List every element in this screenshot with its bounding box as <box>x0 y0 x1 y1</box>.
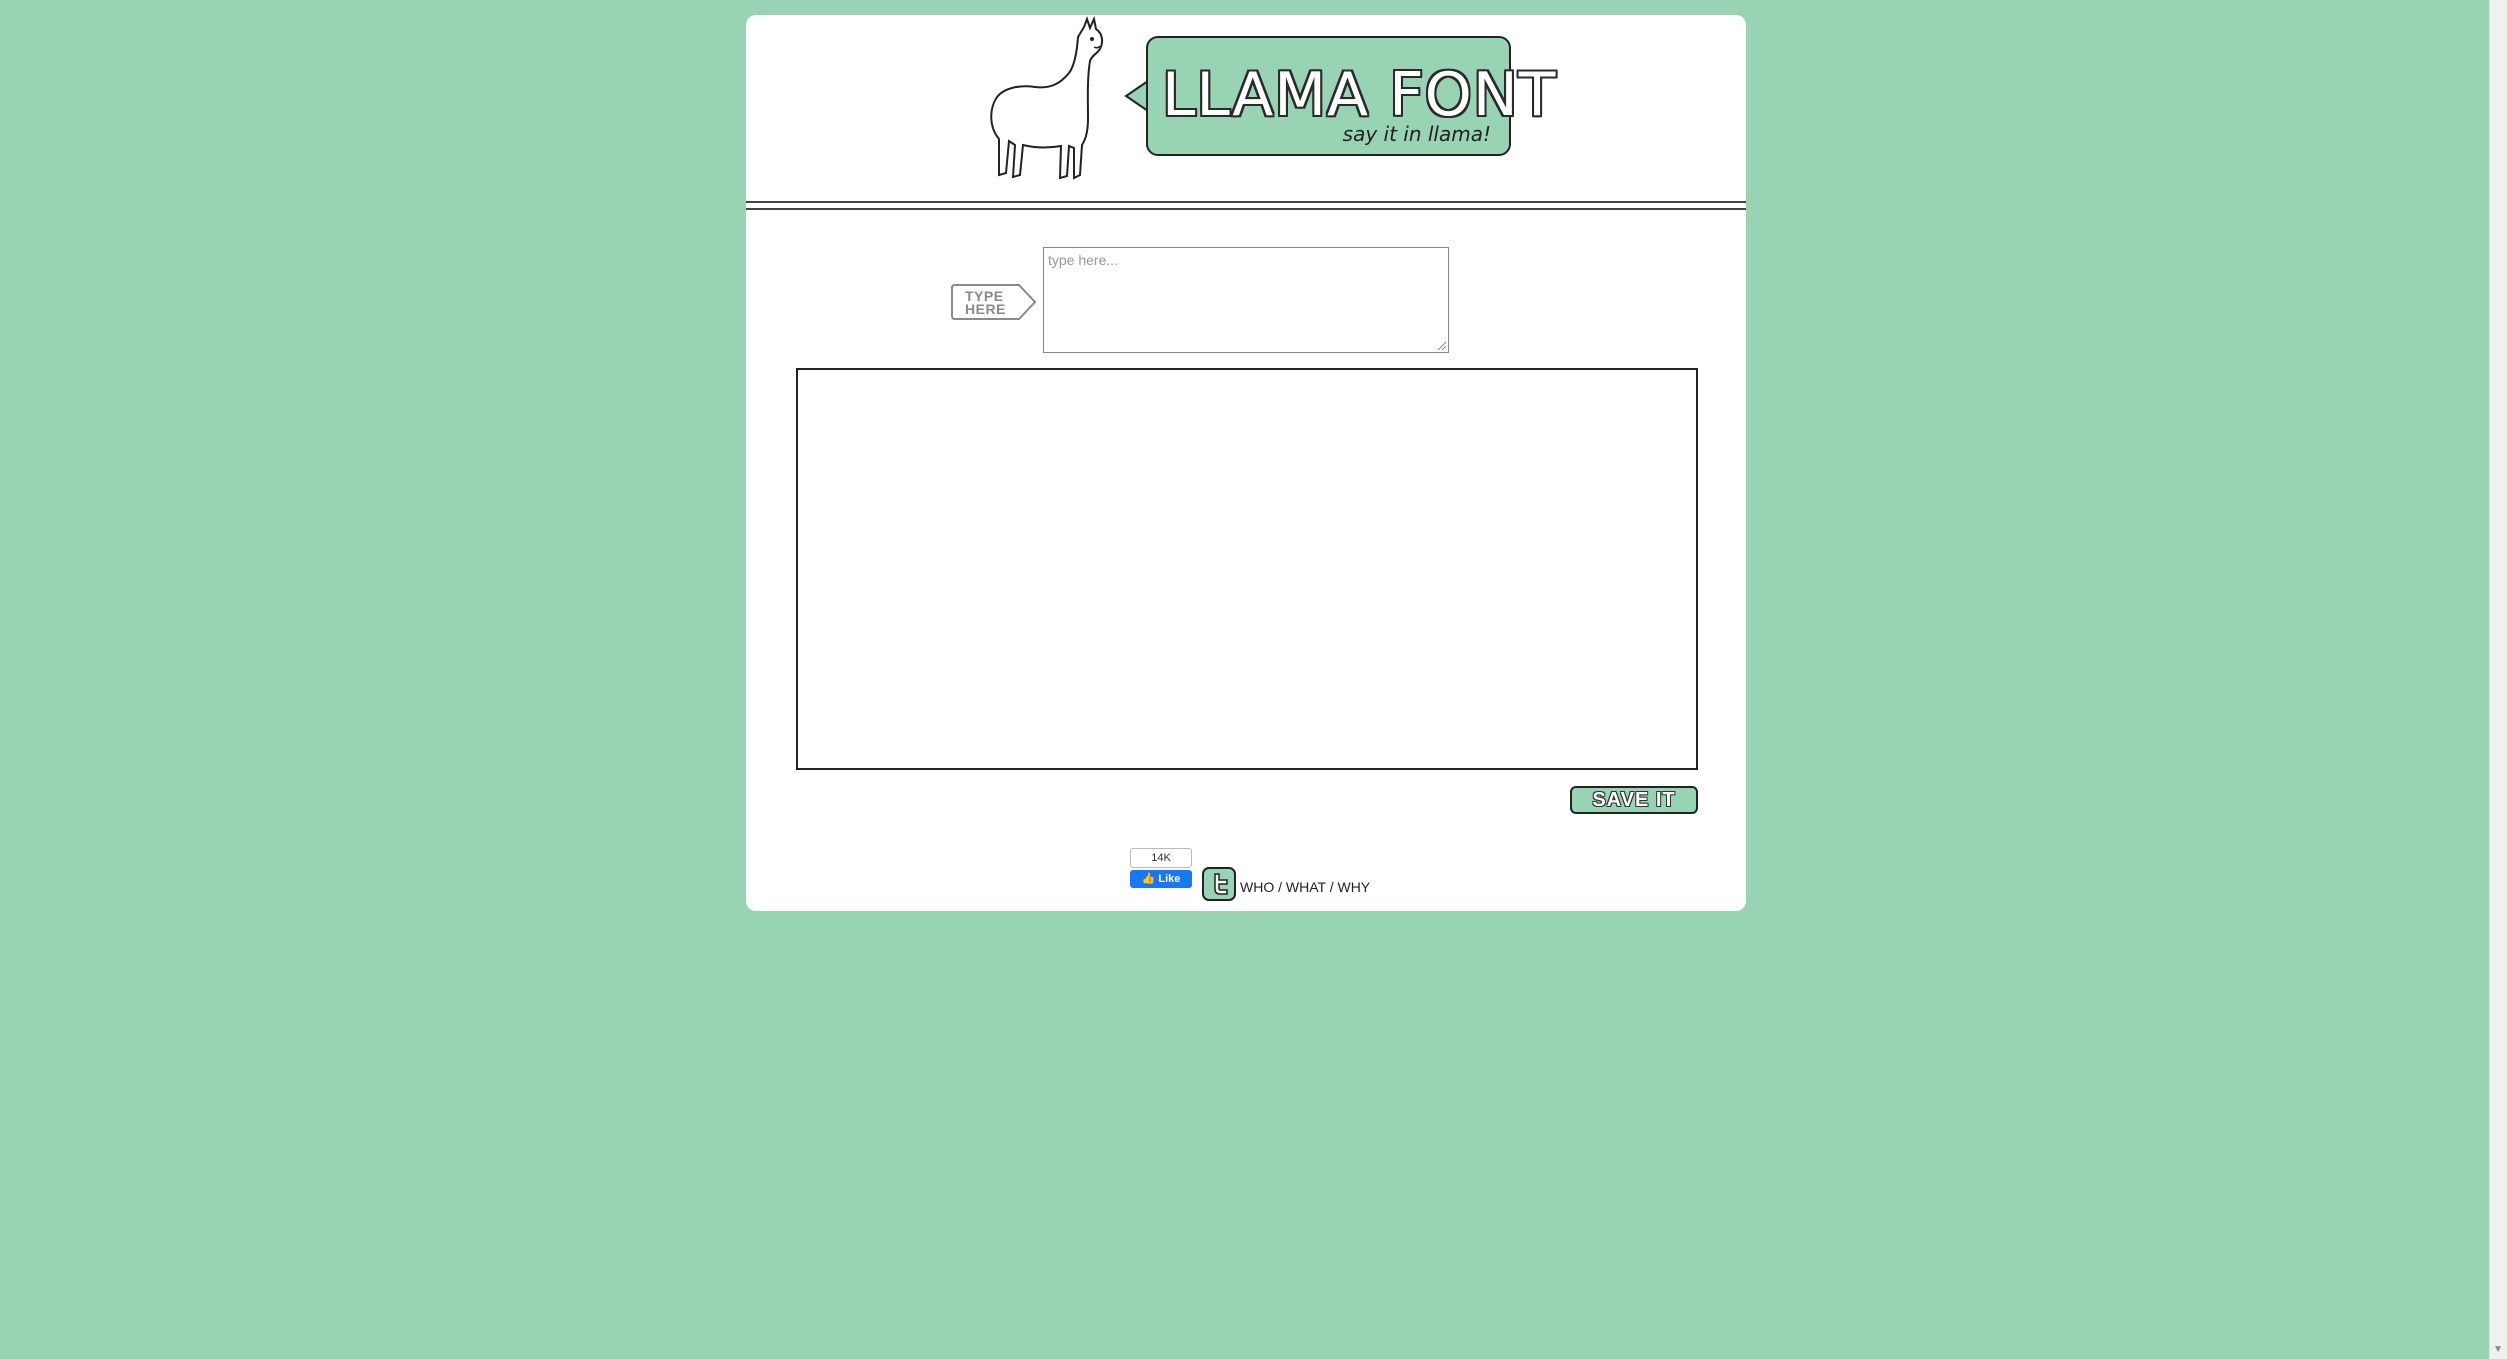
footer-links: WHO / WHAT / WHY <box>1240 879 1370 895</box>
who-link[interactable]: WHO <box>1240 879 1274 895</box>
facebook-like-widget[interactable]: 14K 👍 Like <box>1130 848 1192 890</box>
divider <box>746 208 1746 210</box>
why-link[interactable]: WHY <box>1337 879 1370 895</box>
resize-handle-icon[interactable] <box>1437 341 1447 351</box>
logo: LLAMA FONT say it in llama! <box>1146 36 1555 156</box>
what-link[interactable]: WHAT <box>1286 879 1326 895</box>
logo-title: LLAMA FONT <box>1162 60 1557 130</box>
type-here-line2: HERE <box>965 301 1006 317</box>
separator: / <box>1278 879 1282 895</box>
like-button[interactable]: 👍 Like <box>1130 870 1192 888</box>
text-input[interactable] <box>1043 247 1449 353</box>
twitter-icon[interactable] <box>1202 867 1236 901</box>
main-panel: LLAMA FONT say it in llama! TYPE HERE SA… <box>746 15 1746 911</box>
save-button[interactable]: SAVE IT <box>1570 786 1698 814</box>
separator: / <box>1329 879 1334 895</box>
logo-tagline: say it in llama! <box>1342 122 1491 146</box>
llama-output-canvas <box>796 368 1698 770</box>
scroll-down-icon[interactable]: ▼ <box>2493 1344 2503 1355</box>
type-here-label: TYPE HERE <box>951 283 1041 321</box>
like-count: 14K <box>1130 848 1192 868</box>
like-label: Like <box>1158 873 1181 885</box>
vertical-scrollbar[interactable]: ▼ <box>2489 0 2507 1359</box>
llama-icon <box>990 15 1104 180</box>
divider <box>746 201 1746 203</box>
header: LLAMA FONT say it in llama! <box>746 15 1746 205</box>
thumbs-up-icon: 👍 <box>1141 873 1156 885</box>
